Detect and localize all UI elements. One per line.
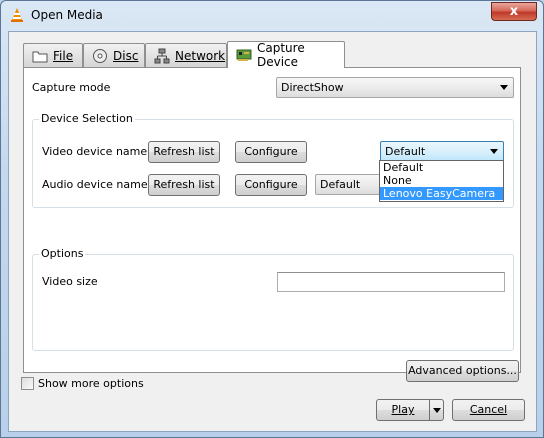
chevron-down-icon (500, 85, 508, 90)
play-button[interactable]: Play (376, 399, 444, 421)
title-bar: Open Media x (1, 1, 543, 31)
play-label: Play (391, 403, 415, 416)
show-more-options-checkbox[interactable] (21, 377, 34, 390)
close-icon: x (509, 4, 519, 19)
video-configure-label: Configure (244, 145, 298, 158)
cancel-button[interactable]: Cancel (452, 399, 525, 421)
audio-device-label: Audio device name (42, 178, 148, 191)
vlc-cone-icon (9, 7, 25, 23)
window-title: Open Media (31, 8, 103, 22)
audio-configure-label: Configure (244, 178, 298, 191)
tab-disc-label: Disc (113, 48, 139, 63)
chevron-down-icon (490, 149, 498, 154)
audio-configure-button[interactable]: Configure (235, 174, 307, 196)
options-title: Options (39, 247, 86, 260)
capture-device-panel: Capture mode DirectShow Device Selection… (23, 67, 521, 382)
open-media-window: Open Media x File Disc Network Capture D… (0, 0, 544, 438)
folder-icon (32, 49, 48, 63)
video-device-select[interactable]: Default (380, 141, 504, 162)
video-configure-button[interactable]: Configure (235, 141, 307, 163)
advanced-options-button[interactable]: Advanced options... (406, 360, 519, 382)
play-split-dropdown[interactable] (429, 400, 443, 420)
video-device-dropdown-list: Default None Lenovo EasyCamera (379, 160, 504, 202)
network-icon (154, 48, 170, 64)
tab-disc[interactable]: Disc (83, 43, 145, 67)
options-group: Options Video size (32, 247, 514, 351)
dropdown-option-none[interactable]: None (380, 174, 503, 187)
capture-mode-label: Capture mode (32, 81, 111, 94)
dropdown-option-lenovo-easycamera[interactable]: Lenovo EasyCamera (380, 187, 503, 200)
video-device-label: Video device name (42, 145, 148, 158)
dropdown-option-default[interactable]: Default (380, 161, 503, 174)
tab-capture-device[interactable]: Capture Device (227, 41, 345, 69)
dialog-client-area: File Disc Network Capture Device Capture… (8, 31, 537, 432)
video-refresh-button[interactable]: Refresh list (148, 141, 220, 163)
tab-network[interactable]: Network (145, 43, 227, 67)
close-button[interactable]: x (491, 2, 537, 21)
capture-mode-select[interactable]: DirectShow (276, 77, 514, 98)
video-refresh-label: Refresh list (153, 145, 215, 158)
tab-network-label: Network (175, 48, 226, 63)
cancel-label: Cancel (469, 403, 508, 416)
tab-file[interactable]: File (23, 43, 83, 67)
disc-icon (92, 48, 108, 64)
video-size-label: Video size (42, 275, 98, 288)
audio-refresh-label: Refresh list (153, 178, 215, 191)
tab-file-label: File (53, 48, 74, 63)
video-size-input[interactable] (277, 272, 505, 292)
tab-capture-device-label: Capture Device (257, 41, 305, 69)
video-device-value: Default (385, 145, 426, 158)
device-selection-title: Device Selection (39, 112, 135, 125)
audio-refresh-button[interactable]: Refresh list (148, 174, 220, 196)
chevron-down-icon (433, 408, 441, 413)
capture-card-icon (236, 48, 252, 62)
capture-mode-value: DirectShow (281, 81, 344, 94)
advanced-options-label: Advanced options... (408, 364, 517, 377)
show-more-options-label[interactable]: Show more options (38, 377, 144, 390)
audio-device-value: Default (320, 178, 361, 191)
